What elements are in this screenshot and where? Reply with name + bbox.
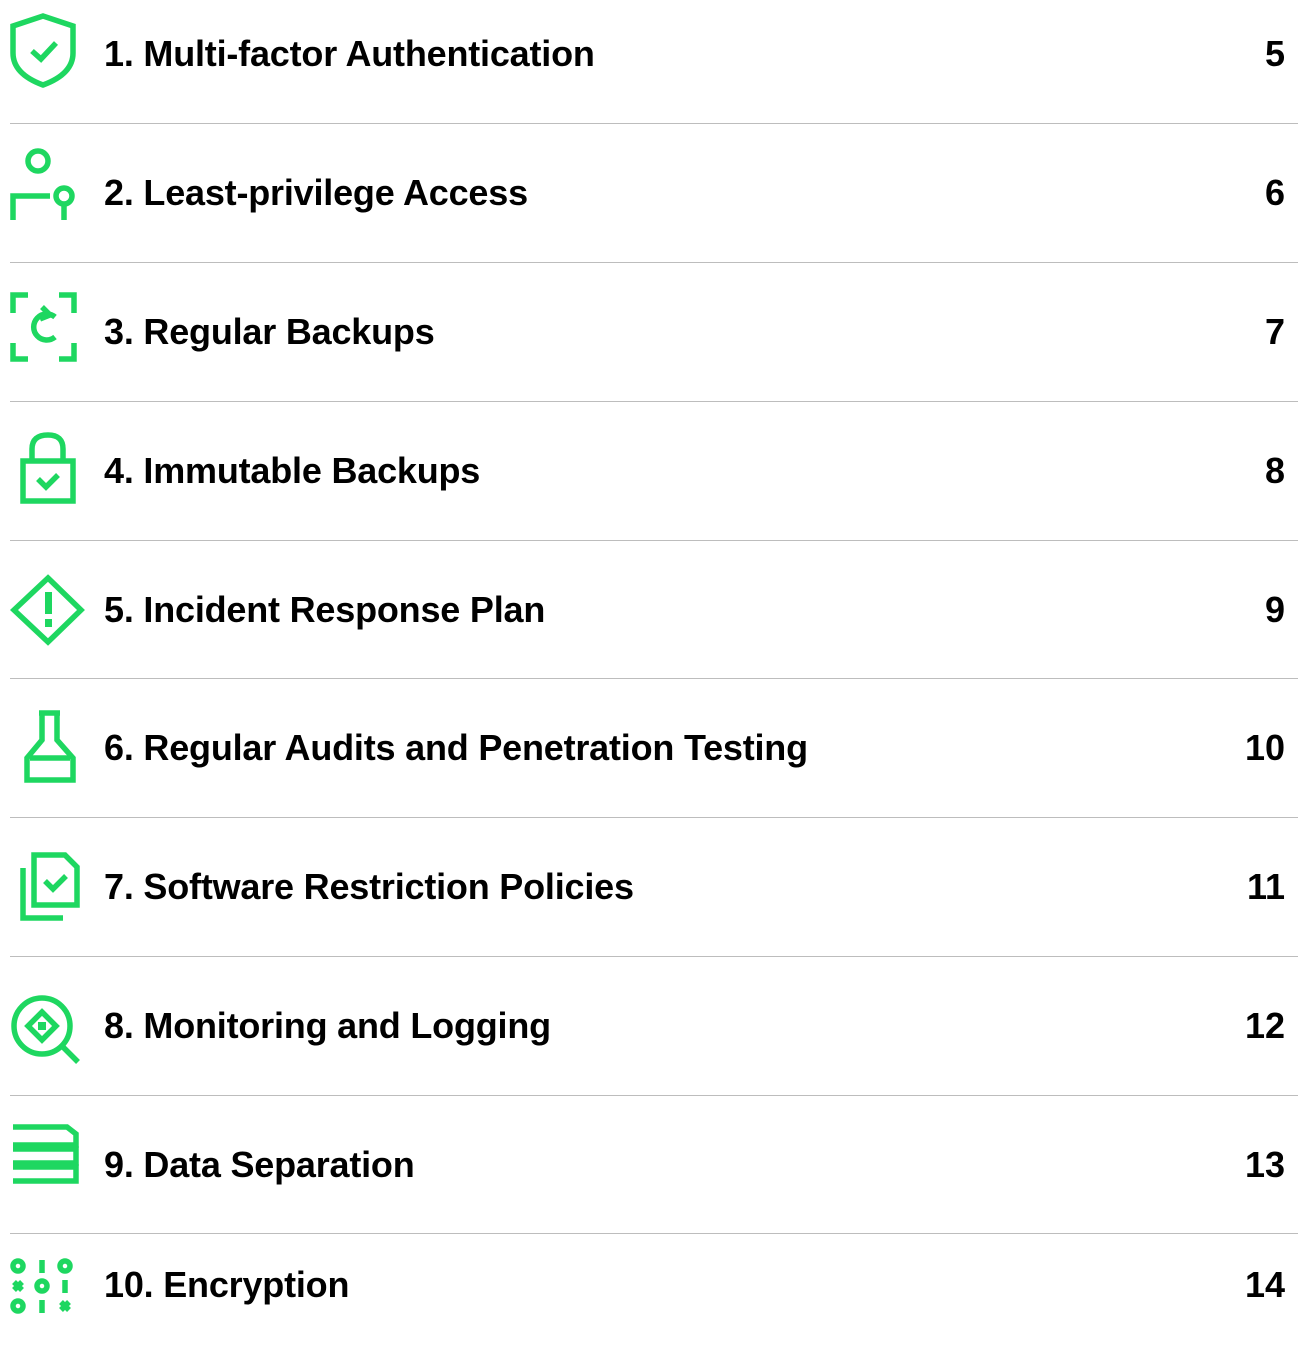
binary-code-icon [0,1200,100,1338]
toc-entry-page-number: 12 [1244,1005,1285,1046]
toc-entry[interactable]: 3. Regular Backups 7 [0,263,1299,401]
toc-entry[interactable]: 4. Immutable Backups 8 [0,402,1299,540]
toc-entry-page-number: 9 [1264,589,1285,630]
flask-icon [0,679,100,817]
toc-entry-title: 8. Monitoring and Logging [104,1005,551,1046]
toc-entry-page-number: 10 [1244,727,1285,768]
toc-entry[interactable]: 5. Incident Response Plan 9 [0,541,1299,679]
toc-entry[interactable]: 10. Encryption 14 [0,1200,1299,1338]
search-eye-icon [0,957,100,1095]
table-of-contents: 1. Multi-factor Authentication 5 2. Leas… [0,0,1299,1330]
toc-entry-title: 7. Software Restriction Policies [104,866,634,907]
toc-entry-title: 4. Immutable Backups [104,450,481,491]
toc-entry-title: 6. Regular Audits and Penetration Testin… [104,727,808,768]
toc-entry[interactable]: 7. Software Restriction Policies 11 [0,818,1299,956]
toc-entry-title: 5. Incident Response Plan [104,589,546,630]
toc-entry-title: 2. Least-privilege Access [104,172,528,213]
shield-check-icon [0,0,100,123]
toc-entry-title: 1. Multi-factor Authentication [104,33,595,74]
toc-entry-page-number: 11 [1246,866,1285,907]
user-key-icon [0,124,100,262]
toc-entry-page-number: 14 [1244,1264,1285,1305]
toc-entry-page-number: 5 [1264,33,1285,74]
toc-entry-page-number: 8 [1264,450,1285,491]
warning-diamond-icon [0,541,100,679]
toc-entry-title: 10. Encryption [104,1264,350,1305]
toc-entry[interactable]: 2. Least-privilege Access 6 [0,124,1299,262]
documents-check-icon [0,818,100,956]
toc-entry-page-number: 6 [1264,172,1285,213]
refresh-frame-icon [0,263,100,401]
padlock-check-icon [0,402,100,540]
toc-entry-title: 3. Regular Backups [104,311,435,352]
toc-entry[interactable]: 1. Multi-factor Authentication 5 [0,0,1299,123]
toc-entry[interactable]: 8. Monitoring and Logging 12 [0,957,1299,1095]
toc-entry[interactable]: 6. Regular Audits and Penetration Testin… [0,679,1299,817]
toc-entry-page-number: 7 [1264,311,1285,352]
